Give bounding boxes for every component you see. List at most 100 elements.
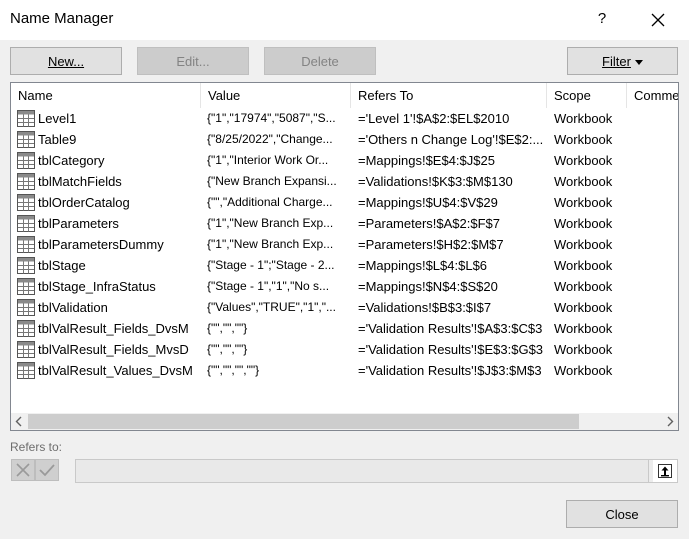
table-row[interactable]: tblCategory {"1","Interior Work Or... =M… xyxy=(11,150,678,171)
cancel-x-icon[interactable] xyxy=(11,459,35,481)
name-text: tblParametersDummy xyxy=(38,237,164,252)
column-header: Name Value Refers To Scope Comme xyxy=(11,83,678,108)
value-cell: {"1","17974","5087","S... xyxy=(207,111,336,125)
close-button[interactable]: Close xyxy=(566,500,678,528)
table-icon xyxy=(16,193,36,212)
name-text: tblStage xyxy=(38,258,86,273)
table-icon xyxy=(16,235,36,254)
refers-to-cell: =Mappings!$L$4:$L$6 xyxy=(358,258,488,273)
scope-cell: Workbook xyxy=(554,300,613,315)
refers-to-label: Refers to: xyxy=(10,440,63,454)
name-cell: tblParametersDummy xyxy=(16,234,206,255)
value-cell: {"","",""} xyxy=(207,321,248,335)
table-icon xyxy=(16,256,36,275)
scope-cell: Workbook xyxy=(554,153,613,168)
edit-button[interactable]: Edit... xyxy=(137,47,249,75)
refers-to-cell: =Mappings!$N$4:$S$20 xyxy=(358,279,498,294)
value-cell: {"Stage - 1","1","No s... xyxy=(207,279,330,293)
refers-to-cell: ='Validation Results'!$A$3:$C$3 xyxy=(358,321,543,336)
table-icon xyxy=(16,109,36,128)
title-bar: Name Manager ? xyxy=(0,0,689,40)
value-cell: {"New Branch Expansi... xyxy=(207,174,337,188)
column-header-refers-to[interactable]: Refers To xyxy=(351,83,547,108)
value-cell: {"Values","TRUE","1","... xyxy=(207,300,336,314)
refers-to-cell: =Mappings!$U$4:$V$29 xyxy=(358,195,498,210)
value-cell: {"8/25/2022","Change... xyxy=(207,132,333,146)
name-text: tblParameters xyxy=(38,216,119,231)
column-header-name[interactable]: Name xyxy=(11,83,201,108)
refers-to-cell: =Validations!$K$3:$M$130 xyxy=(358,174,513,189)
table-icon xyxy=(16,130,36,149)
table-row[interactable]: tblMatchFields {"New Branch Expansi... =… xyxy=(11,171,678,192)
scope-cell: Workbook xyxy=(554,321,613,336)
table-row[interactable]: Level1 {"1","17974","5087","S... ='Level… xyxy=(11,108,678,129)
column-header-comment[interactable]: Comme xyxy=(627,83,678,108)
table-row[interactable]: tblParametersDummy {"1","New Branch Exp.… xyxy=(11,234,678,255)
horizontal-scrollbar[interactable] xyxy=(11,413,678,430)
table-icon xyxy=(16,172,36,191)
help-button[interactable]: ? xyxy=(591,8,613,30)
scope-cell: Workbook xyxy=(554,132,613,147)
scroll-right-arrow-icon[interactable] xyxy=(661,413,678,430)
refers-to-cell: =Parameters!$A$2:$F$7 xyxy=(358,216,500,231)
value-cell: {"","Additional Charge... xyxy=(207,195,333,209)
table-icon xyxy=(16,298,36,317)
table-row[interactable]: tblValidation {"Values","TRUE","1","... … xyxy=(11,297,678,318)
name-cell: tblOrderCatalog xyxy=(16,192,206,213)
table-row[interactable]: tblParameters {"1","New Branch Exp... =P… xyxy=(11,213,678,234)
name-text: Level1 xyxy=(38,111,77,126)
name-text: tblValResult_Fields_MvsD xyxy=(38,342,189,357)
name-text: tblOrderCatalog xyxy=(38,195,130,210)
names-list[interactable]: Name Value Refers To Scope Comme Level1 … xyxy=(10,82,679,431)
scope-cell: Workbook xyxy=(554,174,613,189)
name-cell: tblValResult_Values_DvsM xyxy=(16,360,206,381)
table-row[interactable]: Table9 {"8/25/2022","Change... ='Others … xyxy=(11,129,678,150)
column-header-value[interactable]: Value xyxy=(201,83,351,108)
value-cell: {"1","New Branch Exp... xyxy=(207,237,334,251)
scope-cell: Workbook xyxy=(554,258,613,273)
scope-cell: Workbook xyxy=(554,363,613,378)
delete-button[interactable]: Delete xyxy=(264,47,376,75)
name-cell: tblValidation xyxy=(16,297,206,318)
refers-to-cell: ='Validation Results'!$E$3:$G$3 xyxy=(358,342,544,357)
name-cell: tblValResult_Fields_DvsM xyxy=(16,318,206,339)
value-cell: {"","",""} xyxy=(207,342,248,356)
column-header-scope[interactable]: Scope xyxy=(547,83,627,108)
refers-to-cell: ='Validation Results'!$J$3:$M$3 xyxy=(358,363,542,378)
value-cell: {"1","Interior Work Or... xyxy=(207,153,329,167)
refers-to-cell: ='Others n Change Log'!$E$2:... xyxy=(358,132,544,147)
dropdown-caret-icon xyxy=(634,59,643,65)
checkmark-icon[interactable] xyxy=(35,459,59,481)
scope-cell: Workbook xyxy=(554,279,613,294)
table-row[interactable]: tblValResult_Fields_MvsD {"","",""} ='Va… xyxy=(11,339,678,360)
refers-to-cell: ='Level 1'!$A$2:$EL$2010 xyxy=(358,111,510,126)
name-cell: tblParameters xyxy=(16,213,206,234)
table-row[interactable]: tblStage_InfraStatus {"Stage - 1","1","N… xyxy=(11,276,678,297)
refers-to-value[interactable] xyxy=(76,460,649,482)
table-icon xyxy=(16,319,36,338)
table-row[interactable]: tblValResult_Fields_DvsM {"","",""} ='Va… xyxy=(11,318,678,339)
scope-cell: Workbook xyxy=(554,216,613,231)
table-icon xyxy=(16,277,36,296)
refers-to-cell: =Mappings!$E$4:$J$25 xyxy=(358,153,495,168)
name-cell: Table9 xyxy=(16,129,206,150)
refers-to-field[interactable] xyxy=(75,459,678,483)
table-row[interactable]: tblOrderCatalog {"","Additional Charge..… xyxy=(11,192,678,213)
table-icon xyxy=(16,151,36,170)
name-text: tblValResult_Fields_DvsM xyxy=(38,321,189,336)
scope-cell: Workbook xyxy=(554,195,613,210)
table-row[interactable]: tblStage {"Stage - 1";"Stage - 2... =Map… xyxy=(11,255,678,276)
filter-button[interactable]: Filter xyxy=(567,47,678,75)
table-icon xyxy=(16,214,36,233)
value-cell: {"1","New Branch Exp... xyxy=(207,216,334,230)
table-row[interactable]: tblValResult_Values_DvsM {"","","",""} =… xyxy=(11,360,678,381)
name-cell: tblStage xyxy=(16,255,206,276)
value-cell: {"","","",""} xyxy=(207,363,260,377)
close-icon[interactable] xyxy=(646,8,670,32)
scrollbar-thumb[interactable] xyxy=(28,414,579,429)
scroll-left-arrow-icon[interactable] xyxy=(11,413,28,430)
name-cell: tblValResult_Fields_MvsD xyxy=(16,339,206,360)
new-button[interactable]: New... xyxy=(10,47,122,75)
collapse-dialog-icon[interactable] xyxy=(653,460,677,482)
name-text: Table9 xyxy=(38,132,77,147)
